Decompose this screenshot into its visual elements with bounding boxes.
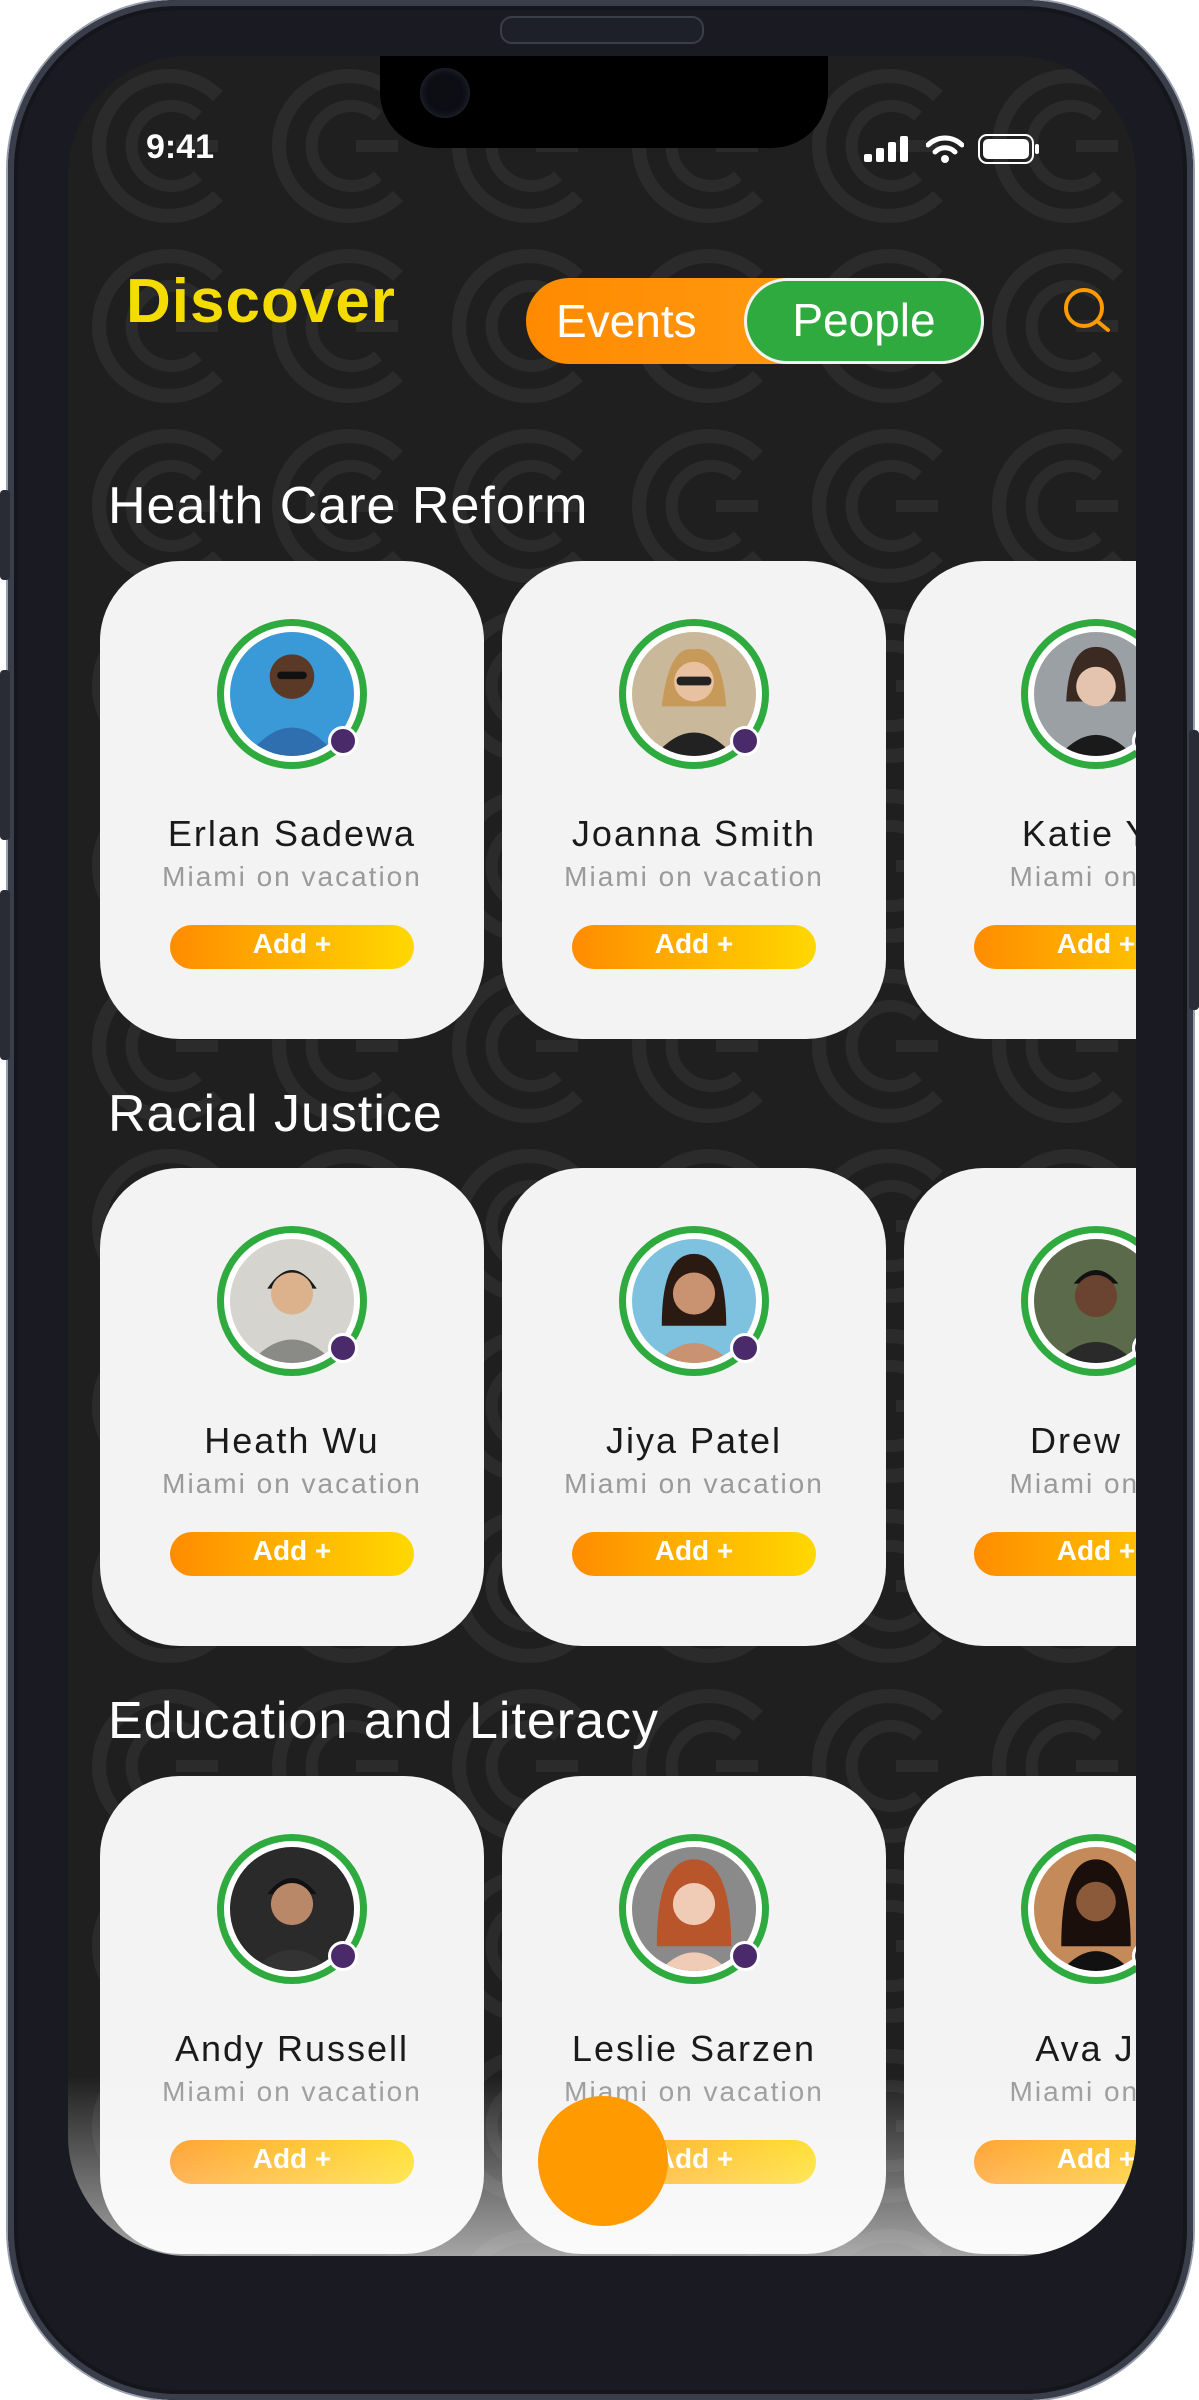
wifi-icon xyxy=(926,135,964,163)
person-card[interactable]: Andy Russell Miami on vacation Add + xyxy=(100,1776,484,2254)
person-location: Miami on vacation xyxy=(162,1468,422,1499)
person-name: Heath Wu xyxy=(204,1420,380,1461)
speaker-grille xyxy=(500,16,704,44)
person-location: Miami on vacation xyxy=(564,2076,824,2107)
search-icon[interactable] xyxy=(1062,286,1114,338)
add-button[interactable]: Add + xyxy=(974,925,1136,969)
add-button[interactable]: Add + xyxy=(572,1532,816,1576)
add-button[interactable]: Add + xyxy=(170,1532,414,1576)
person-name: Katie Yo xyxy=(1021,813,1136,854)
tab-people[interactable]: People xyxy=(744,278,984,364)
avatar xyxy=(1021,619,1136,769)
person-name: Andy Russell xyxy=(174,2028,410,2069)
avatar xyxy=(217,1226,367,1376)
avatar-photo xyxy=(1034,632,1136,756)
header: Discover Events People xyxy=(126,266,1126,376)
person-card[interactable]: Katie Yo Miami on va Add + xyxy=(904,561,1136,1039)
volume-up-button xyxy=(0,670,10,840)
plus-icon[interactable] xyxy=(538,2096,668,2226)
volume-down-button xyxy=(0,890,10,1060)
person-name: Ava Jo xyxy=(1035,2028,1136,2069)
person-name: Erlan Sadewa xyxy=(167,813,417,854)
verified-badge-icon xyxy=(328,1333,358,1363)
add-button[interactable]: Add + xyxy=(170,2140,414,2184)
person-location: Miami on va xyxy=(1009,1468,1136,1499)
verified-badge-icon xyxy=(730,726,760,756)
person-location: Miami on va xyxy=(1009,861,1136,892)
avatar-photo xyxy=(1034,1847,1136,1971)
section-title: Racial Justice xyxy=(108,1085,443,1143)
person-name: Joanna Smith xyxy=(571,813,817,854)
section-title: Education and Literacy xyxy=(108,1692,660,1750)
power-button xyxy=(1189,730,1199,1010)
avatar xyxy=(217,619,367,769)
add-button[interactable]: Add + xyxy=(974,2140,1136,2184)
person-location: Miami on vacation xyxy=(162,2076,422,2107)
person-card[interactable]: Erlan Sadewa Miami on vacation Add + xyxy=(100,561,484,1039)
verified-badge-icon xyxy=(328,726,358,756)
signal-icon xyxy=(864,136,908,162)
page-title: Discover xyxy=(126,267,396,336)
person-name: Drew R xyxy=(1029,1420,1136,1461)
avatar xyxy=(619,1226,769,1376)
verified-badge-icon xyxy=(730,1333,760,1363)
add-button[interactable]: Add + xyxy=(572,925,816,969)
avatar xyxy=(619,1834,769,1984)
battery-icon xyxy=(978,134,1039,164)
person-location: Miami on vacation xyxy=(564,1468,824,1499)
person-card[interactable]: Heath Wu Miami on vacation Add + xyxy=(100,1168,484,1646)
app-screen: 9:41 Discover Events People Health Care … xyxy=(68,56,1136,2256)
add-button[interactable]: Add + xyxy=(170,925,414,969)
verified-badge-icon xyxy=(730,1941,760,1971)
person-card[interactable]: Ava Jo Miami on va Add + xyxy=(904,1776,1136,2254)
section-title: Health Care Reform xyxy=(108,477,589,535)
avatar-photo xyxy=(1034,1239,1136,1363)
person-location: Miami on vacation xyxy=(162,861,422,892)
status-time: 9:41 xyxy=(146,128,215,166)
person-location: Miami on va xyxy=(1009,2076,1136,2107)
person-card[interactable]: Drew R Miami on va Add + xyxy=(904,1168,1136,1646)
add-button[interactable]: Add + xyxy=(974,1532,1136,1576)
person-card[interactable]: Jiya Patel Miami on vacation Add + xyxy=(502,1168,886,1646)
silent-switch xyxy=(0,490,10,580)
avatar xyxy=(1021,1834,1136,1984)
tab-events[interactable]: Events xyxy=(556,294,697,348)
avatar xyxy=(619,619,769,769)
avatar xyxy=(217,1834,367,1984)
person-name: Leslie Sarzen xyxy=(571,2028,817,2069)
status-icons xyxy=(864,134,1040,164)
person-location: Miami on vacation xyxy=(564,861,824,892)
verified-badge-icon xyxy=(328,1941,358,1971)
person-card[interactable]: Joanna Smith Miami on vacation Add + xyxy=(502,561,886,1039)
segmented-control: Events People xyxy=(526,278,984,364)
notch xyxy=(380,56,828,148)
front-camera xyxy=(420,68,470,118)
person-name: Jiya Patel xyxy=(605,1420,783,1461)
avatar xyxy=(1021,1226,1136,1376)
